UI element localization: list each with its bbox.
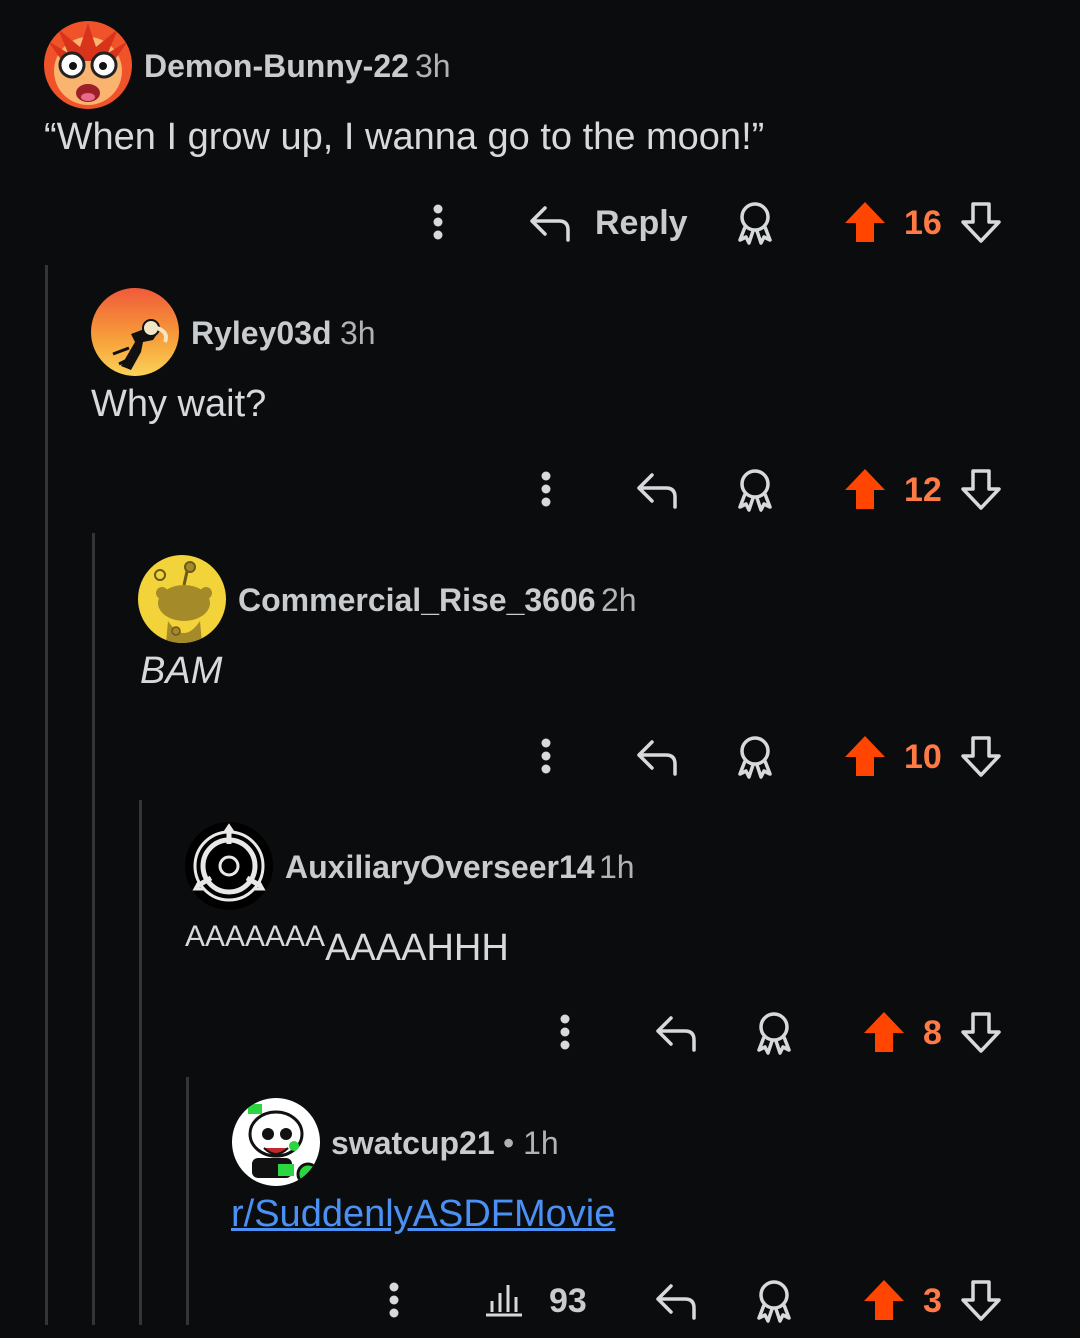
reply-icon[interactable] bbox=[653, 1280, 699, 1322]
vote-score: 12 bbox=[904, 471, 942, 509]
vote-score: 3 bbox=[923, 1282, 942, 1320]
reply-icon[interactable] bbox=[634, 469, 680, 511]
downvote-icon[interactable] bbox=[959, 467, 1003, 511]
comment-timestamp: 3h bbox=[415, 48, 451, 84]
comment-body: BAM bbox=[140, 650, 223, 692]
avatar[interactable] bbox=[44, 21, 132, 109]
subreddit-link[interactable]: r/SuddenlyASDFMovie bbox=[231, 1193, 615, 1236]
author-name[interactable]: swatcup21 bbox=[331, 1125, 495, 1162]
more-icon[interactable] bbox=[531, 467, 561, 511]
upvote-icon[interactable] bbox=[843, 734, 887, 778]
vote-score: 8 bbox=[923, 1014, 942, 1052]
comment-ryley03d: Ryley03d 3h Why wait? 12 bbox=[0, 267, 1080, 527]
comment-body-superscript: AAAAAAA bbox=[185, 920, 326, 953]
comment-body: Why wait? bbox=[91, 383, 267, 425]
upvote-icon[interactable] bbox=[843, 200, 887, 244]
downvote-icon[interactable] bbox=[959, 734, 1003, 778]
avatar[interactable] bbox=[138, 555, 226, 643]
view-count: 93 bbox=[549, 1282, 587, 1320]
comment-body-main: AAAAHHH bbox=[325, 927, 509, 969]
downvote-icon[interactable] bbox=[959, 1278, 1003, 1322]
award-icon[interactable] bbox=[735, 467, 775, 513]
stats-icon[interactable] bbox=[482, 1279, 526, 1319]
reply-icon[interactable] bbox=[527, 202, 573, 244]
award-icon[interactable] bbox=[754, 1278, 794, 1324]
reply-icon[interactable] bbox=[653, 1012, 699, 1054]
author-name[interactable]: Ryley03d bbox=[191, 315, 332, 352]
comment-body: “When I grow up, I wanna go to the moon!… bbox=[44, 116, 765, 158]
reply-icon[interactable] bbox=[634, 736, 680, 778]
vote-score: 10 bbox=[904, 738, 942, 776]
comment-timestamp: 1h bbox=[599, 849, 635, 885]
author-name[interactable]: Demon-Bunny-22 bbox=[144, 48, 409, 85]
award-icon[interactable] bbox=[735, 200, 775, 246]
upvote-icon[interactable] bbox=[843, 467, 887, 511]
upvote-icon[interactable] bbox=[862, 1278, 906, 1322]
comment-timestamp: 3h bbox=[340, 315, 376, 351]
author-name[interactable]: Commercial_Rise_3606 bbox=[238, 582, 596, 619]
comment-auxiliary-overseer: AuxiliaryOverseer14 1h AAAAAAAAAAAHHH 8 bbox=[0, 801, 1080, 1061]
avatar[interactable] bbox=[185, 822, 273, 910]
author-name[interactable]: AuxiliaryOverseer14 bbox=[285, 849, 595, 886]
comment-timestamp: • 1h bbox=[503, 1125, 559, 1161]
comment-swatcup21: swatcup21 • 1h r/SuddenlyASDFMovie 93 3 bbox=[0, 1077, 1080, 1337]
comment-commercial-rise: Commercial_Rise_3606 2h BAM 10 bbox=[0, 534, 1080, 794]
comment-body: AAAAAAAAAAAHHH bbox=[185, 920, 509, 970]
vote-score: 16 bbox=[904, 204, 942, 242]
comment-demon-bunny: Demon-Bunny-22 3h “When I grow up, I wan… bbox=[0, 0, 1080, 260]
downvote-icon[interactable] bbox=[959, 1010, 1003, 1054]
more-icon[interactable] bbox=[550, 1010, 580, 1054]
more-icon[interactable] bbox=[423, 200, 453, 244]
reply-button[interactable]: Reply bbox=[595, 204, 688, 243]
more-icon[interactable] bbox=[531, 734, 561, 778]
more-icon[interactable] bbox=[379, 1278, 409, 1322]
avatar[interactable] bbox=[91, 288, 179, 376]
comment-timestamp: 2h bbox=[601, 582, 637, 618]
award-icon[interactable] bbox=[735, 734, 775, 780]
downvote-icon[interactable] bbox=[959, 200, 1003, 244]
avatar[interactable] bbox=[232, 1098, 320, 1186]
upvote-icon[interactable] bbox=[862, 1010, 906, 1054]
award-icon[interactable] bbox=[754, 1010, 794, 1056]
